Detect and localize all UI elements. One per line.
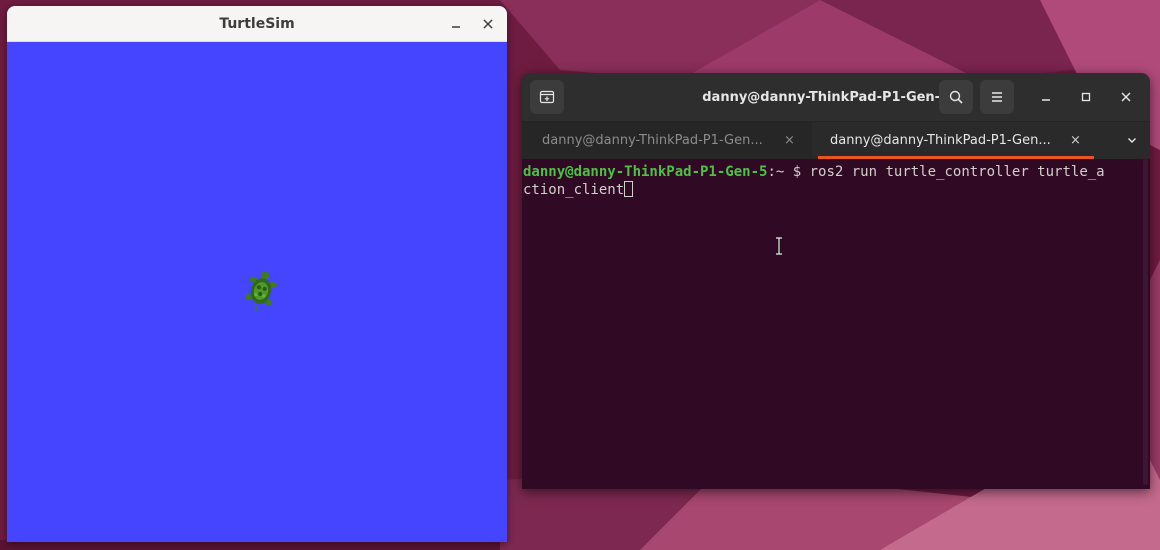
turtlesim-titlebar[interactable]: TurtleSim [7,6,507,42]
minimize-icon[interactable] [1034,85,1058,109]
turtlesim-canvas [7,42,507,542]
command-text-line2: ction_client [523,182,625,198]
chevron-down-icon[interactable] [1120,128,1144,152]
ibeam-cursor-icon [776,237,782,255]
terminal-window: danny@danny-ThinkPad-P1-Gen-5: ~ danny@d… [522,73,1150,489]
command-text-line1: ros2 run turtle_controller turtle_a [801,164,1105,180]
search-icon[interactable] [939,80,973,114]
hamburger-menu-icon[interactable] [980,80,1014,114]
close-icon[interactable] [475,11,501,37]
terminal-tabbar: danny@danny-ThinkPad-P1-Gen... × danny@d… [522,121,1150,159]
tab-inactive[interactable]: danny@danny-ThinkPad-P1-Gen... × [522,122,812,159]
tab-close-icon[interactable]: × [784,133,795,148]
new-tab-icon[interactable] [530,80,564,114]
turtlesim-title: TurtleSim [219,15,295,32]
minimize-icon[interactable] [443,11,469,37]
terminal-output[interactable]: danny@danny-ThinkPad-P1-Gen-5:~ $ ros2 r… [522,158,1138,489]
tab-label: danny@danny-ThinkPad-P1-Gen... [830,133,1051,148]
terminal-title: danny@danny-ThinkPad-P1-Gen-5: ~ [702,89,970,105]
turtlesim-window: TurtleSim [7,6,507,542]
tab-label: danny@danny-ThinkPad-P1-Gen... [542,133,763,148]
terminal-headerbar[interactable]: danny@danny-ThinkPad-P1-Gen-5: ~ [522,73,1150,121]
prompt-user-host: danny@danny-ThinkPad-P1-Gen-5 [523,164,768,180]
text-cursor [624,181,634,197]
tab-close-icon[interactable]: × [1070,133,1081,148]
prompt-symbol: $ [792,164,802,180]
turtle-icon [245,271,277,311]
tab-active[interactable]: danny@danny-ThinkPad-P1-Gen... × [818,122,1098,159]
prompt-path: :~ [767,164,785,180]
terminal-scrollbar[interactable] [1143,158,1148,485]
close-icon[interactable] [1114,85,1138,109]
maximize-icon[interactable] [1074,85,1098,109]
